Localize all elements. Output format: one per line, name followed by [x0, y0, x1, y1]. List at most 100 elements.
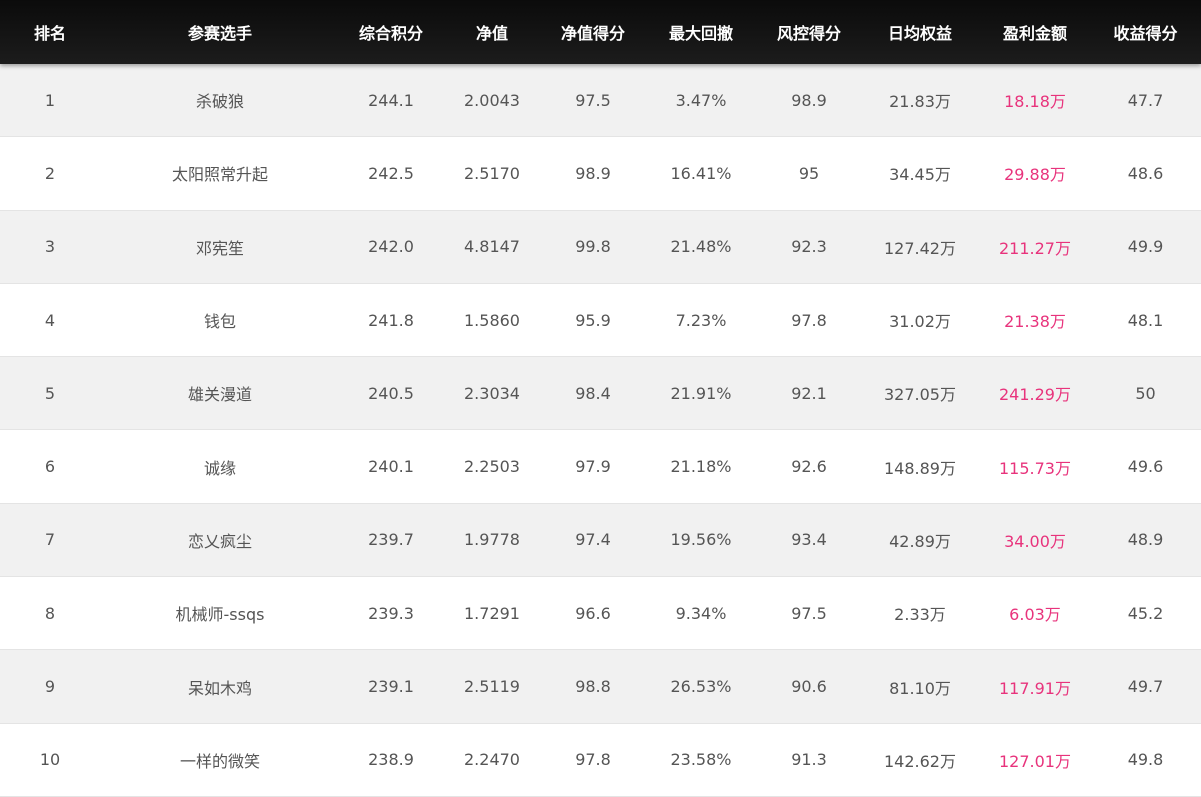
cell-rank: 4: [44, 310, 56, 330]
cell-net-value-score: 95.9: [575, 310, 611, 330]
cell-player[interactable]: 钱包: [100, 308, 340, 332]
cell-daily-equity: 327.05万: [884, 385, 956, 405]
cell-max-drawdown: 21.18%: [670, 457, 732, 477]
cell-return-score: 50: [1135, 383, 1156, 403]
cell-daily-equity: 81.10万: [889, 678, 951, 698]
table-header: 排名 参赛选手 综合积分 净值 净值得分 最大回撤 风控得分 日均权益 盈利金额…: [0, 0, 1201, 64]
cell-max-drawdown: 21.48%: [670, 237, 732, 257]
table-row[interactable]: 8 机械师-ssqs 239.3 1.7291 96.6 9.34% 97.5 …: [0, 577, 1201, 651]
cell-total-score: 244.1: [368, 90, 414, 110]
cell-profit-amount: 115.73万: [999, 458, 1071, 478]
cell-rank: 8: [44, 603, 56, 623]
cell-return-score: 49.7: [1127, 677, 1164, 697]
cell-daily-equity: 2.33万: [894, 605, 946, 625]
table-row[interactable]: 2 太阳照常升起 242.5 2.5170 98.9 16.41% 95 34.…: [0, 137, 1201, 211]
cell-max-drawdown: 19.56%: [670, 530, 732, 550]
cell-player[interactable]: 邓宪笙: [100, 235, 340, 259]
cell-risk-score: 95: [798, 163, 820, 183]
cell-profit-amount: 211.27万: [999, 238, 1071, 258]
cell-rank: 10: [39, 750, 61, 770]
cell-player[interactable]: 机械师-ssqs: [100, 601, 340, 625]
cell-player[interactable]: 一样的微笑: [100, 748, 340, 772]
cell-player[interactable]: 太阳照常升起: [100, 161, 340, 185]
header-net-value-score[interactable]: 净值得分: [542, 20, 644, 44]
cell-daily-equity: 31.02万: [889, 312, 951, 332]
cell-net-value: 2.3034: [464, 383, 520, 403]
cell-net-value-score: 99.8: [575, 237, 611, 257]
cell-risk-score: 92.1: [791, 383, 827, 403]
cell-max-drawdown: 3.47%: [675, 90, 727, 110]
table-row[interactable]: 4 钱包 241.8 1.5860 95.9 7.23% 97.8 31.02万…: [0, 283, 1201, 358]
header-return-score[interactable]: 收益得分: [1090, 20, 1201, 44]
table-row[interactable]: 5 雄关漫道 240.5 2.3034 98.4 21.91% 92.1 327…: [0, 357, 1201, 431]
cell-daily-equity: 127.42万: [884, 238, 956, 258]
cell-profit-amount: 6.03万: [1009, 605, 1061, 625]
cell-total-score: 238.9: [368, 750, 414, 770]
table-row[interactable]: 9 呆如木鸡 239.1 2.5119 98.8 26.53% 90.6 81.…: [0, 650, 1201, 724]
cell-player[interactable]: 诚缘: [100, 455, 340, 479]
cell-rank: 5: [44, 383, 56, 403]
cell-risk-score: 92.3: [791, 237, 827, 257]
header-daily-equity[interactable]: 日均权益: [860, 20, 980, 44]
cell-net-value: 1.7291: [464, 603, 520, 623]
cell-profit-amount: 21.38万: [1004, 312, 1066, 332]
cell-total-score: 242.5: [368, 163, 414, 183]
cell-profit-amount: 127.01万: [999, 751, 1071, 771]
header-profit-amount[interactable]: 盈利金额: [980, 20, 1090, 44]
cell-daily-equity: 34.45万: [889, 165, 951, 185]
cell-profit-amount: 34.00万: [1004, 531, 1066, 551]
cell-total-score: 239.3: [368, 603, 414, 623]
cell-net-value-score: 96.6: [575, 603, 611, 623]
cell-total-score: 240.5: [368, 383, 414, 403]
header-risk-score[interactable]: 风控得分: [758, 20, 860, 44]
cell-profit-amount: 241.29万: [999, 385, 1071, 405]
table-row[interactable]: 10 一样的微笑 238.9 2.2470 97.8 23.58% 91.3 1…: [0, 723, 1201, 797]
cell-return-score: 48.9: [1127, 530, 1164, 550]
cell-rank: 7: [44, 530, 56, 550]
cell-total-score: 239.1: [368, 677, 414, 697]
cell-risk-score: 97.8: [791, 310, 827, 330]
cell-max-drawdown: 7.23%: [675, 310, 727, 330]
cell-net-value: 1.5860: [464, 310, 520, 330]
cell-rank: 2: [44, 163, 56, 183]
table-row[interactable]: 1 杀破狼 244.1 2.0043 97.5 3.47% 98.9 21.83…: [0, 64, 1201, 138]
cell-total-score: 241.8: [368, 310, 414, 330]
header-rank[interactable]: 排名: [0, 20, 100, 44]
cell-risk-score: 97.5: [791, 603, 827, 623]
table-row[interactable]: 7 恋乂疯尘 239.7 1.9778 97.4 19.56% 93.4 42.…: [0, 503, 1201, 578]
header-max-drawdown[interactable]: 最大回撤: [644, 20, 758, 44]
cell-net-value: 4.8147: [464, 237, 520, 257]
cell-player[interactable]: 恋乂疯尘: [100, 528, 340, 552]
cell-player[interactable]: 呆如木鸡: [100, 675, 340, 699]
cell-return-score: 49.8: [1127, 750, 1164, 770]
cell-net-value: 2.5119: [464, 677, 520, 697]
cell-net-value-score: 97.5: [575, 90, 611, 110]
cell-net-value-score: 98.8: [575, 677, 611, 697]
cell-total-score: 242.0: [368, 237, 414, 257]
cell-risk-score: 93.4: [791, 530, 827, 550]
cell-player[interactable]: 雄关漫道: [100, 381, 340, 405]
header-total-score[interactable]: 综合积分: [340, 20, 442, 44]
cell-risk-score: 98.9: [791, 90, 827, 110]
cell-net-value: 2.0043: [464, 90, 520, 110]
cell-return-score: 47.7: [1127, 90, 1164, 110]
cell-risk-score: 90.6: [791, 677, 827, 697]
cell-risk-score: 92.6: [791, 457, 827, 477]
header-player[interactable]: 参赛选手: [100, 20, 340, 44]
table-row[interactable]: 6 诚缘 240.1 2.2503 97.9 21.18% 92.6 148.8…: [0, 430, 1201, 504]
cell-net-value: 2.2470: [464, 750, 520, 770]
cell-net-value: 1.9778: [464, 530, 520, 550]
cell-profit-amount: 29.88万: [1004, 165, 1066, 185]
cell-profit-amount: 18.18万: [1004, 92, 1066, 112]
ranking-table: 排名 参赛选手 综合积分 净值 净值得分 最大回撤 风控得分 日均权益 盈利金额…: [0, 0, 1201, 797]
cell-return-score: 45.2: [1127, 603, 1164, 623]
cell-total-score: 240.1: [368, 457, 414, 477]
cell-risk-score: 91.3: [791, 750, 827, 770]
cell-rank: 6: [44, 457, 56, 477]
header-net-value[interactable]: 净值: [442, 20, 542, 44]
cell-daily-equity: 148.89万: [884, 458, 956, 478]
cell-return-score: 48.6: [1127, 163, 1164, 183]
cell-player[interactable]: 杀破狼: [100, 88, 340, 112]
cell-max-drawdown: 16.41%: [670, 163, 732, 183]
table-row[interactable]: 3 邓宪笙 242.0 4.8147 99.8 21.48% 92.3 127.…: [0, 210, 1201, 284]
